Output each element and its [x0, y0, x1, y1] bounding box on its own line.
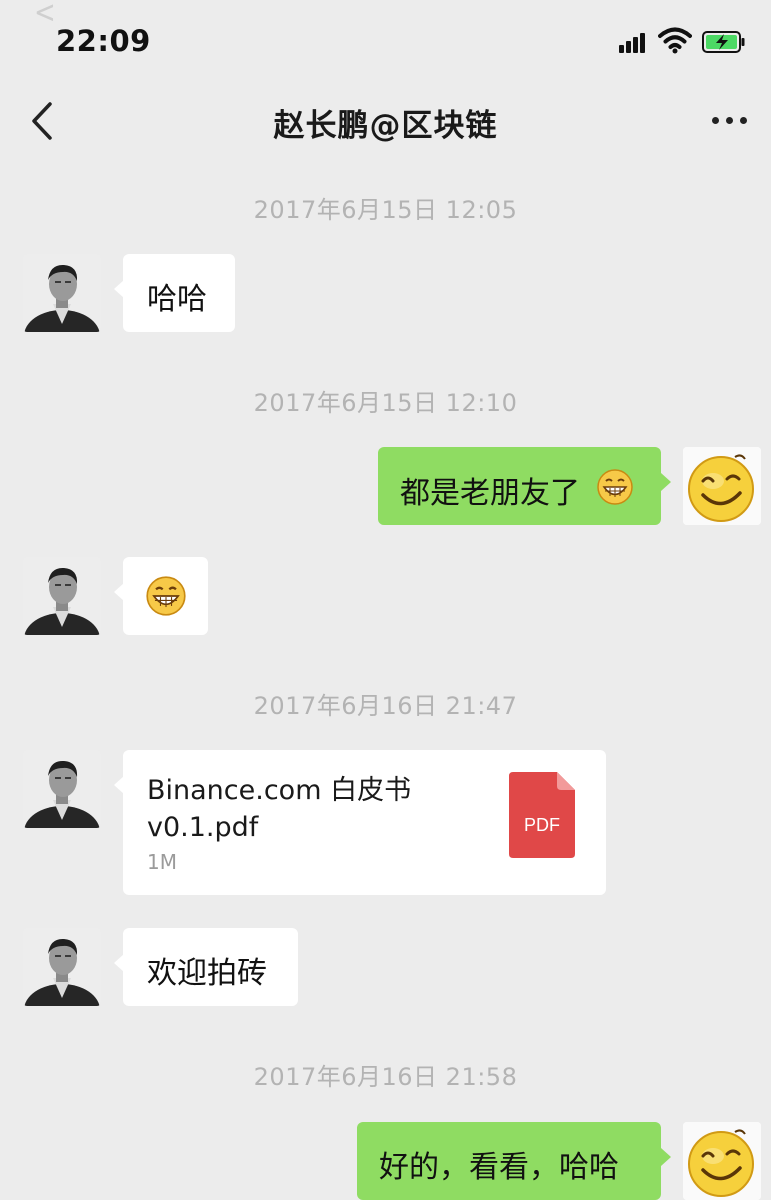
pdf-icon-label: PDF	[524, 815, 560, 835]
wifi-icon	[658, 27, 692, 54]
more-button[interactable]	[708, 114, 752, 128]
message-text: 都是老朋友了	[400, 476, 580, 511]
message-text: 好的，看看，哈哈	[379, 1150, 619, 1185]
timestamp: 2017年6月15日 12:10	[253, 389, 518, 417]
my-avatar[interactable]	[683, 447, 761, 525]
pdf-file-icon: PDF	[509, 772, 575, 858]
timestamp: 2017年6月15日 12:05	[253, 196, 518, 224]
message-bubble-outgoing[interactable]: 都是老朋友了	[378, 447, 671, 525]
grin-emoji-icon	[597, 469, 633, 505]
avatar[interactable]	[23, 750, 101, 828]
avatar[interactable]	[23, 254, 101, 332]
signal-icon	[619, 33, 649, 53]
avatar[interactable]	[23, 928, 101, 1006]
grin-emoji-icon	[146, 576, 186, 616]
file-size: 1M	[147, 850, 177, 874]
timestamp: 2017年6月16日 21:58	[253, 1063, 518, 1091]
message-bubble-incoming[interactable]: 哈哈	[114, 254, 235, 332]
avatar[interactable]	[23, 557, 101, 635]
nav-bar: 赵长鹏@区块链	[0, 80, 771, 166]
message-bubble-incoming[interactable]	[114, 557, 208, 635]
message-bubble-outgoing[interactable]: 好的，看看，哈哈	[357, 1122, 671, 1200]
message-text: 哈哈	[147, 282, 207, 317]
status-bar: < 22:09	[0, 0, 771, 80]
back-hint-glyph: <	[34, 0, 56, 31]
my-avatar[interactable]	[683, 1122, 761, 1200]
timestamp: 2017年6月16日 21:47	[253, 692, 518, 720]
message-bubble-incoming[interactable]: 欢迎拍砖	[114, 928, 298, 1006]
chat-title: 赵长鹏@区块链	[273, 108, 498, 144]
status-time: 22:09	[56, 24, 151, 58]
message-text: 欢迎拍砖	[147, 956, 267, 991]
chat-screen: < 22:09 赵长鹏@区块链 2017年6月15日 12:05 哈哈 2017…	[0, 0, 771, 1200]
file-name: Binance.com 白皮书 v0.1.pdf	[147, 775, 412, 843]
file-message-card[interactable]: Binance.com 白皮书 v0.1.pdf 1M PDF	[114, 750, 606, 895]
battery-charging-icon	[702, 31, 745, 53]
